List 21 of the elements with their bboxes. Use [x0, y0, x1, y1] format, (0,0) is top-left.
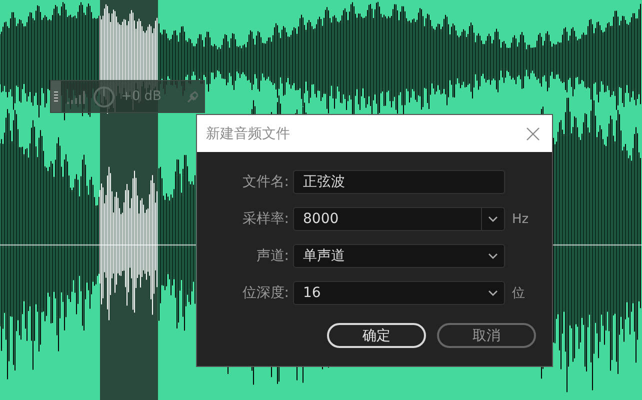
field-label: 位深度:: [241, 284, 290, 302]
close-icon[interactable]: [526, 126, 540, 140]
confirm-button[interactable]: 确定: [327, 323, 426, 348]
field-label: 采样率:: [241, 210, 290, 228]
field-label: 文件名:: [241, 173, 290, 191]
combo-field[interactable]: 8000: [293, 207, 505, 231]
dropdown-field[interactable]: 单声道: [293, 244, 505, 268]
field-label: 声道:: [255, 247, 290, 265]
dropdown-field[interactable]: 16: [293, 281, 505, 305]
unit-label: 位: [511, 285, 526, 302]
chevron-down-icon: [488, 253, 498, 259]
dialog-title: 新建音频文件: [206, 124, 290, 142]
text-field[interactable]: 正弦波: [293, 170, 505, 194]
chevron-down-icon: [488, 216, 498, 222]
knob-icon[interactable]: [93, 86, 115, 108]
grip-icon[interactable]: [54, 90, 58, 102]
unit-label: Hz: [511, 212, 530, 226]
chevron-down-icon: [488, 290, 498, 296]
dialog-button[interactable]: 取消: [437, 323, 536, 348]
gain-reading: +0 dB: [121, 89, 162, 104]
signal-bars-icon: [67, 90, 87, 104]
